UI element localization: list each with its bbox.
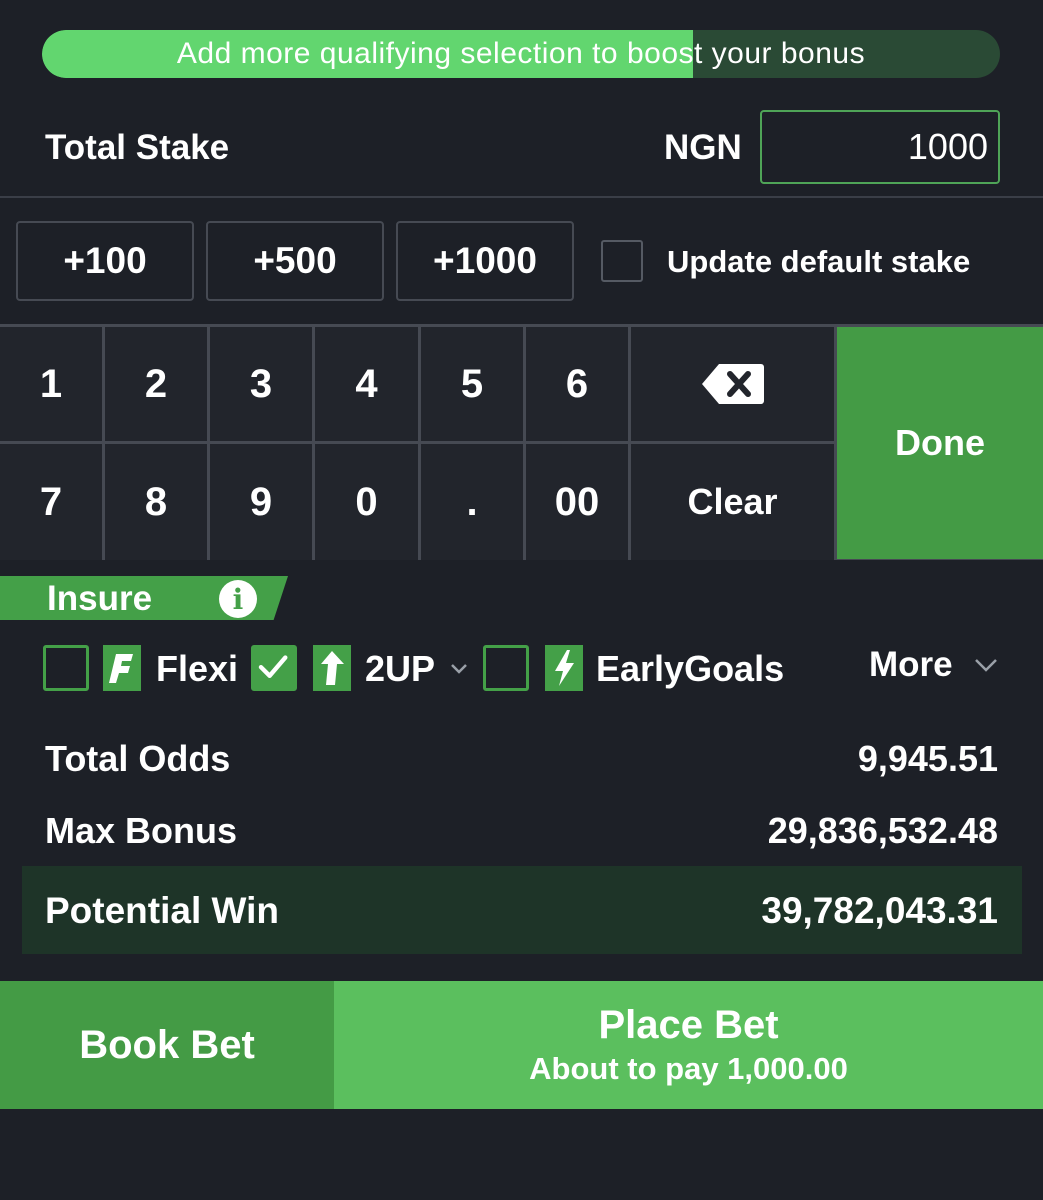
twoup-checkbox[interactable] [251,645,297,691]
book-bet-button[interactable]: Book Bet [0,981,334,1109]
key-1[interactable]: 1 [0,327,102,441]
divider [0,196,1043,198]
lightning-icon [545,645,583,691]
clear-key[interactable]: Clear [631,444,834,560]
key-4[interactable]: 4 [315,327,418,441]
flexi-label: Flexi [156,648,239,689]
place-bet-amount: About to pay 1,000.00 [529,1051,848,1086]
total-odds-value: 9,945.51 [857,738,998,779]
potential-win-label: Potential Win [45,890,279,931]
total-stake-label: Total Stake [45,128,230,167]
key-2[interactable]: 2 [105,327,207,441]
key-7[interactable]: 7 [0,444,102,560]
flexi-checkbox[interactable] [43,645,89,691]
backspace-icon [701,364,764,404]
done-button[interactable]: Done [837,327,1043,559]
insure-label: Insure [47,579,153,618]
info-icon[interactable]: i [219,580,257,618]
twoup-arrow-icon [313,645,351,691]
earlygoals-label: EarlyGoals [596,648,785,689]
update-default-stake-label: Update default stake [667,244,971,279]
chevron-down-icon[interactable] [450,660,468,678]
checkmark-icon [258,655,288,678]
potential-win-value: 39,782,043.31 [761,890,998,931]
earlygoals-checkbox[interactable] [483,645,529,691]
flexi-icon [103,645,141,691]
more-options-button[interactable]: More [869,645,953,685]
stake-input[interactable] [760,110,1000,184]
max-bonus-label: Max Bonus [45,810,238,851]
quick-add-1000-button[interactable]: +1000 [396,221,574,301]
place-bet-label: Place Bet [598,1003,779,1047]
key-5[interactable]: 5 [421,327,523,441]
key-decimal[interactable]: . [421,444,523,560]
total-odds-label: Total Odds [45,738,231,779]
key-0[interactable]: 0 [315,444,418,560]
quick-add-100-button[interactable]: +100 [16,221,194,301]
max-bonus-value: 29,836,532.48 [767,810,998,851]
place-bet-button[interactable]: Place Bet About to pay 1,000.00 [334,981,1043,1109]
key-8[interactable]: 8 [105,444,207,560]
key-9[interactable]: 9 [210,444,312,560]
twoup-label: 2UP [365,648,436,689]
quick-add-500-button[interactable]: +500 [206,221,384,301]
bonus-banner-text: Add more qualifying selection to boost y… [176,37,866,70]
bonus-progress-bar: Add more qualifying selection to boost y… [42,30,1000,78]
backspace-key[interactable] [631,327,834,441]
more-chevron-down-icon[interactable] [974,655,998,675]
currency-label: NGN [664,128,742,167]
update-default-stake-checkbox[interactable] [601,240,643,282]
key-3[interactable]: 3 [210,327,312,441]
key-6[interactable]: 6 [526,327,628,441]
key-double-zero[interactable]: 00 [526,444,628,560]
